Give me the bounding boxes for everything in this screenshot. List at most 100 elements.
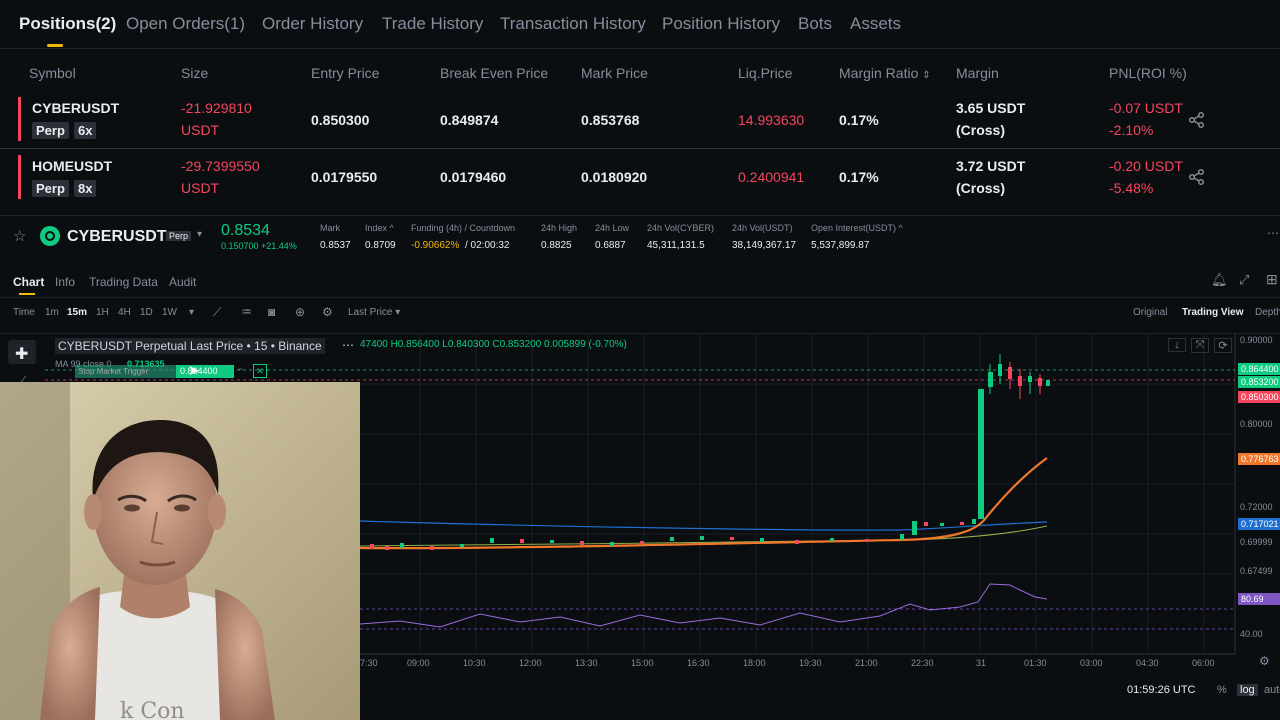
indicators-icon[interactable]: ♒︎ bbox=[241, 305, 252, 319]
share-icon[interactable] bbox=[1188, 111, 1206, 129]
rsi-axis-label: 40.00 bbox=[1240, 629, 1263, 639]
roi-value: -2.10% bbox=[1109, 122, 1154, 138]
view-original[interactable]: Original bbox=[1133, 307, 1167, 318]
order-line-close-icon[interactable]: ✕ bbox=[253, 364, 267, 378]
time-axis-label: 04:30 bbox=[1136, 658, 1159, 668]
axis-settings-icon[interactable]: ⚙︎ bbox=[1259, 654, 1270, 668]
more-icon[interactable]: ⋯ bbox=[1267, 226, 1279, 240]
tab-position-history[interactable]: Position History bbox=[662, 14, 780, 34]
price-tag: 0.850300 bbox=[1238, 391, 1280, 403]
time-label: Time bbox=[13, 307, 35, 318]
pnl-value: -0.07 USDT bbox=[1109, 100, 1183, 116]
tab-trade-history[interactable]: Trade History bbox=[382, 14, 483, 34]
col-header-pnl: PNL(ROI %) bbox=[1109, 65, 1187, 81]
scroll-down-icon[interactable]: ↓ bbox=[1168, 338, 1186, 352]
interval-1w[interactable]: 1W bbox=[162, 307, 177, 318]
svg-text:k Con: k Con bbox=[120, 699, 185, 720]
fullscreen-icon[interactable]: ⤧ bbox=[1191, 338, 1209, 353]
stat-value: 45,311,131.5 bbox=[647, 240, 705, 251]
stat-label[interactable]: Open Interest(USDT) ^ bbox=[811, 223, 903, 233]
stat-value: 5,537,899.87 bbox=[811, 240, 870, 251]
position-symbol[interactable]: HOMEUSDT bbox=[32, 158, 112, 174]
margin-ratio: 0.17% bbox=[839, 169, 879, 185]
tab-trading-data[interactable]: Trading Data bbox=[89, 275, 158, 289]
percent-scale-toggle[interactable]: % bbox=[1217, 684, 1227, 696]
stat-value: 38,149,367.17 bbox=[732, 240, 796, 251]
margin-amount: 3.65 USDT bbox=[956, 100, 1026, 116]
interval-1d[interactable]: 1D bbox=[140, 307, 153, 318]
tab-open-orders[interactable]: Open Orders(1) bbox=[126, 14, 245, 34]
favorite-star-icon[interactable]: ☆ bbox=[13, 227, 26, 245]
chart-type-icon[interactable]: ⟋ bbox=[213, 305, 221, 320]
symbol-dropdown-icon[interactable]: ▾ bbox=[197, 229, 202, 240]
layout-icon[interactable]: ⊞ bbox=[1266, 271, 1278, 288]
ticker-price: 0.8534 bbox=[221, 222, 270, 239]
time-axis-label: 03:00 bbox=[1080, 658, 1103, 668]
chart-title[interactable]: CYBERUSDT Perpetual Last Price • 15 • Bi… bbox=[55, 338, 325, 354]
price-type-select[interactable]: Last Price ▾ bbox=[348, 307, 400, 318]
position-tabs: Positions(2) Open Orders(1) Order Histor… bbox=[0, 0, 1280, 49]
tab-transaction-history[interactable]: Transaction History bbox=[500, 14, 646, 34]
tab-positions[interactable]: Positions(2) bbox=[19, 14, 116, 34]
position-size-unit: USDT bbox=[181, 122, 220, 138]
time-axis-label: 10:30 bbox=[463, 658, 486, 668]
expand-icon[interactable]: ⤢ bbox=[1239, 272, 1249, 288]
interval-1h[interactable]: 1H bbox=[96, 307, 109, 318]
crosshair-tool-icon[interactable]: ✚ bbox=[15, 344, 28, 364]
col-header-entry: Entry Price bbox=[311, 65, 380, 81]
tab-info[interactable]: Info bbox=[55, 275, 75, 289]
entry-price: 0.0179550 bbox=[311, 169, 378, 185]
tab-chart[interactable]: Chart bbox=[13, 275, 44, 289]
view-depth[interactable]: Depth bbox=[1255, 307, 1280, 318]
tab-assets[interactable]: Assets bbox=[850, 14, 901, 34]
settings-icon[interactable]: ⚙︎ bbox=[322, 305, 333, 319]
stat-label: 24h Vol(CYBER) bbox=[647, 223, 715, 233]
mark-price: 0.853768 bbox=[581, 112, 640, 128]
leverage-badge[interactable]: 6x bbox=[74, 122, 97, 139]
stat-value: 0.8709 bbox=[365, 240, 396, 251]
position-size-unit: USDT bbox=[181, 180, 220, 196]
add-icon[interactable]: ⊕ bbox=[295, 305, 305, 319]
camera-icon[interactable]: ◙ bbox=[268, 305, 275, 319]
position-symbol[interactable]: CYBERUSDT bbox=[32, 100, 119, 116]
bell-icon[interactable]: 🔔︎ bbox=[1211, 272, 1228, 288]
tab-audit[interactable]: Audit bbox=[169, 275, 196, 289]
time-axis-label: 09:00 bbox=[407, 658, 430, 668]
stat-label: 24h High bbox=[541, 223, 578, 233]
liq-price: 14.993630 bbox=[738, 112, 805, 128]
margin-mode[interactable]: (Cross) bbox=[956, 180, 1005, 196]
tab-bots[interactable]: Bots bbox=[798, 14, 832, 34]
margin-amount: 3.72 USDT bbox=[956, 158, 1026, 174]
share-icon[interactable] bbox=[1188, 168, 1206, 186]
ticker-symbol[interactable]: CYBERUSDT bbox=[67, 228, 167, 246]
auto-scale-toggle[interactable]: auto bbox=[1264, 684, 1280, 696]
time-axis-label: 22:30 bbox=[911, 658, 934, 668]
interval-dropdown-icon[interactable]: ▾ bbox=[189, 307, 194, 318]
divider bbox=[0, 297, 1280, 298]
order-line-minus-icon[interactable]: − bbox=[238, 364, 243, 374]
position-size: -21.929810 bbox=[181, 100, 252, 116]
price-tag: 0.864400 bbox=[1238, 363, 1280, 375]
tab-order-history[interactable]: Order History bbox=[262, 14, 363, 34]
view-trading-view[interactable]: Trading View bbox=[1182, 307, 1244, 318]
stat-value: 0.8825 bbox=[541, 240, 572, 251]
margin-mode[interactable]: (Cross) bbox=[956, 122, 1005, 138]
time-axis-label: 21:00 bbox=[855, 658, 878, 668]
order-line-price[interactable]: 0.864400 bbox=[176, 365, 234, 378]
interval-15m[interactable]: 15m bbox=[67, 307, 87, 318]
stat-label[interactable]: Index ^ bbox=[365, 223, 394, 233]
time-axis-label: 19:30 bbox=[799, 658, 822, 668]
interval-1m[interactable]: 1m bbox=[45, 307, 59, 318]
refresh-icon[interactable]: ⟳ bbox=[1214, 338, 1232, 353]
utc-clock[interactable]: 01:59:26 UTC bbox=[1127, 684, 1195, 696]
price-type-label: Last Price bbox=[348, 307, 393, 318]
entry-price: 0.850300 bbox=[311, 112, 370, 128]
leverage-badge[interactable]: 8x bbox=[74, 180, 97, 197]
col-header-margin-ratio[interactable]: Margin Ratio ⇕ bbox=[839, 65, 931, 81]
interval-4h[interactable]: 4H bbox=[118, 307, 131, 318]
roi-value: -5.48% bbox=[1109, 180, 1154, 196]
chart-more-icon[interactable]: ⋯ bbox=[342, 338, 354, 352]
col-header-break-even: Break Even Price bbox=[440, 65, 549, 81]
order-line-label[interactable]: Stop Market Trigger bbox=[75, 365, 178, 378]
log-scale-toggle[interactable]: log bbox=[1237, 684, 1258, 696]
